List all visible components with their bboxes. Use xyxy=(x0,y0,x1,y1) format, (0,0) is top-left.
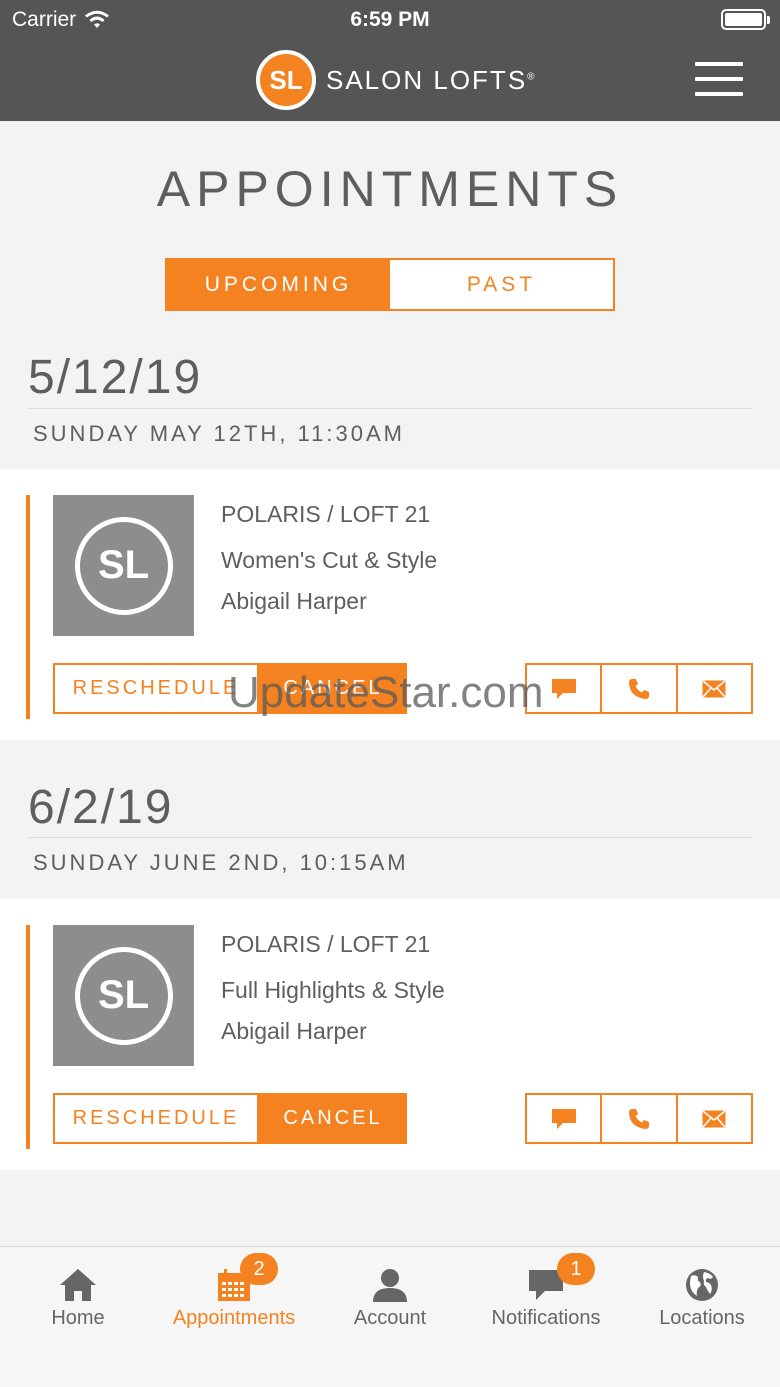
appointment-location: POLARIS / LOFT 21 xyxy=(221,931,431,957)
appointment-location: POLARIS / LOFT 21 xyxy=(221,501,431,527)
call-button[interactable] xyxy=(600,1095,675,1142)
tab-label: Locations xyxy=(659,1307,745,1329)
battery-icon xyxy=(721,9,770,30)
globe-icon xyxy=(686,1269,718,1301)
tab-past[interactable]: PAST xyxy=(390,260,613,309)
appointment-card: SL POLARIS / LOFT 21 Full Highlights & S… xyxy=(0,899,780,1170)
menu-icon[interactable] xyxy=(695,62,743,96)
brand-name-text: SALON LOFTS xyxy=(326,64,528,95)
registered-mark: ® xyxy=(527,70,537,82)
chat-icon xyxy=(551,1108,576,1129)
home-icon xyxy=(60,1269,96,1301)
salon-logo: SL xyxy=(74,946,173,1045)
contact-buttons xyxy=(525,1093,753,1144)
appointment-service: Women's Cut & Style xyxy=(221,547,438,573)
brand-logo: SL SALON LOFTS® xyxy=(256,50,537,110)
salon-thumbnail: SL xyxy=(53,495,194,636)
mail-icon xyxy=(702,679,726,698)
chat-icon xyxy=(551,678,576,699)
tab-home[interactable]: Home xyxy=(0,1265,156,1330)
tab-account[interactable]: Account xyxy=(312,1265,468,1330)
watermark: UpdateStar.com xyxy=(228,668,544,717)
divider xyxy=(28,408,752,409)
appointment-datetime: SUNDAY MAY 12TH, 11:30AM xyxy=(33,421,405,446)
salon-logo: SL xyxy=(74,516,173,615)
appointment-datetime: SUNDAY JUNE 2ND, 10:15AM xyxy=(33,850,409,875)
appointment-date: 6/2/19 xyxy=(28,781,174,834)
call-button[interactable] xyxy=(600,665,675,712)
appointment-stylist: Abigail Harper xyxy=(221,588,367,614)
appointment-date: 5/12/19 xyxy=(28,351,203,404)
tab-locations[interactable]: Locations xyxy=(624,1265,780,1330)
appointments-badge: 2 xyxy=(240,1253,278,1285)
divider xyxy=(28,837,752,838)
notifications-badge: 1 xyxy=(557,1253,595,1285)
bottom-tab-bar: Home 2 Appointments Account 1 Notificati… xyxy=(0,1246,780,1387)
appointment-service: Full Highlights & Style xyxy=(221,977,445,1003)
tab-notifications[interactable]: 1 Notifications xyxy=(468,1253,624,1330)
salon-thumbnail: SL xyxy=(53,925,194,1066)
status-bar: Carrier 6:59 PM xyxy=(0,0,780,40)
reschedule-button[interactable]: RESCHEDULE xyxy=(53,1093,259,1144)
logo-mark: SL xyxy=(256,50,316,110)
phone-icon xyxy=(628,1108,649,1129)
mail-icon xyxy=(702,1109,726,1128)
cancel-button[interactable]: CANCEL xyxy=(259,1093,407,1144)
tab-upcoming[interactable]: UPCOMING xyxy=(167,260,390,309)
email-button[interactable] xyxy=(675,1095,751,1142)
app-header: Carrier 6:59 PM SL SALON LOFTS® xyxy=(0,0,780,121)
appointments-segment-control: UPCOMING PAST xyxy=(165,258,615,311)
clock: 6:59 PM xyxy=(350,8,430,31)
tab-label: Account xyxy=(353,1307,427,1329)
tab-appointments[interactable]: 2 Appointments xyxy=(156,1253,312,1330)
account-icon xyxy=(373,1269,407,1302)
appointment-stylist: Abigail Harper xyxy=(221,1018,367,1044)
card-accent xyxy=(26,925,30,1149)
email-button[interactable] xyxy=(675,665,751,712)
tab-label: Appointments xyxy=(172,1307,296,1329)
brand-name: SALON LOFTS® xyxy=(326,65,537,96)
tab-label: Home xyxy=(51,1307,105,1329)
card-accent xyxy=(26,495,30,719)
contact-buttons xyxy=(525,663,753,714)
page-title: APPOINTMENTS xyxy=(156,161,624,217)
message-button[interactable] xyxy=(527,1095,600,1142)
tab-label: Notifications xyxy=(491,1307,601,1329)
phone-icon xyxy=(628,678,649,699)
